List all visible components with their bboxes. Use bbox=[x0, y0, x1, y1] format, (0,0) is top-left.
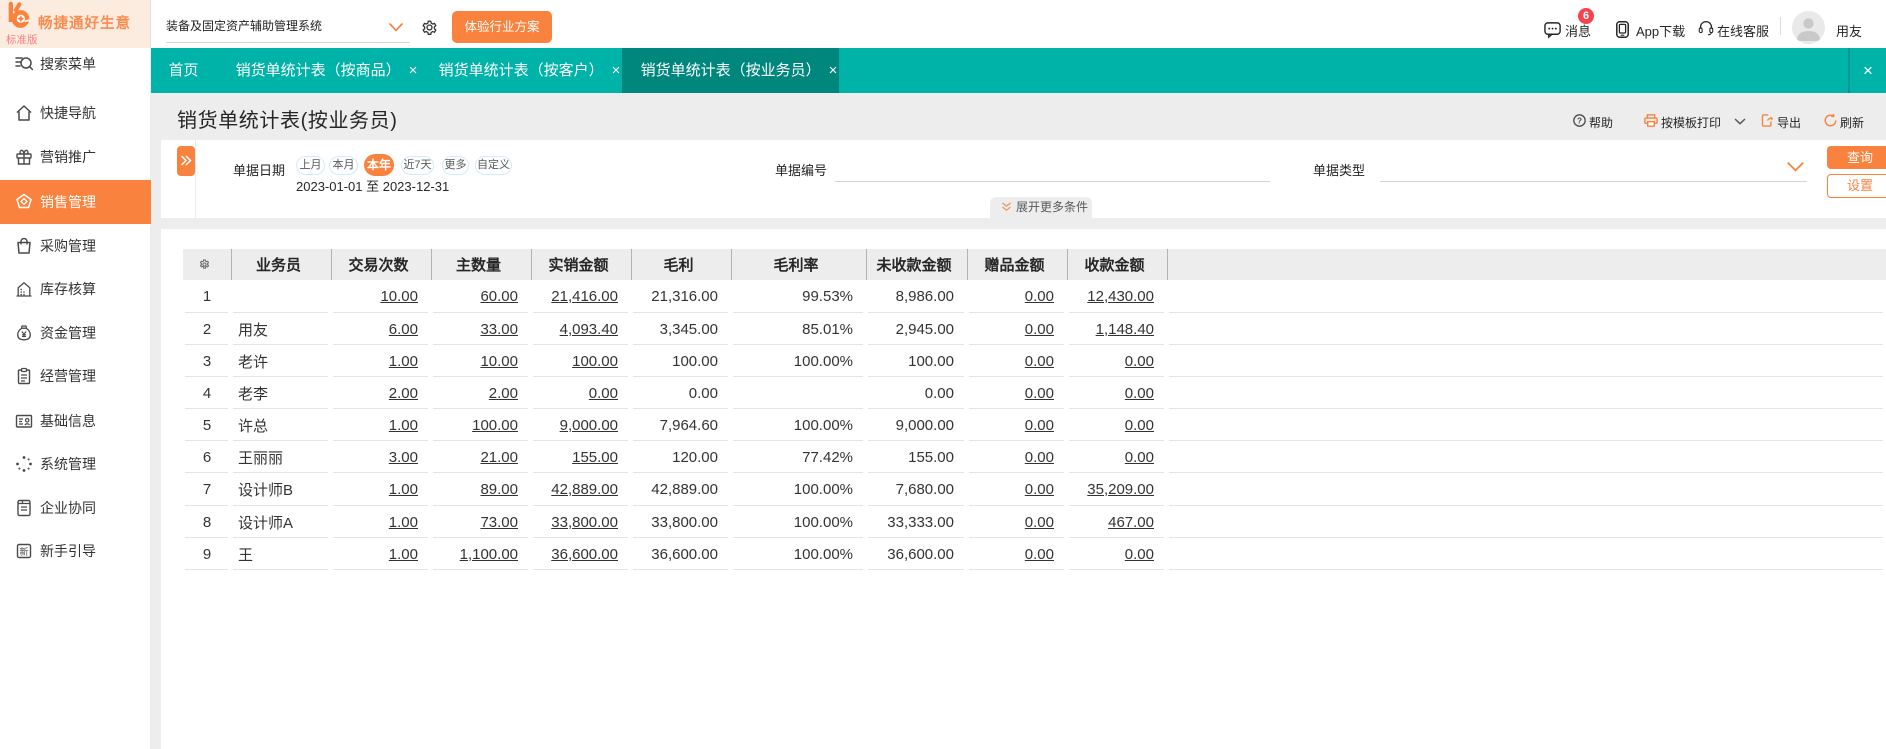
svg-text:新: 新 bbox=[19, 546, 28, 557]
svg-text:?: ? bbox=[1577, 116, 1582, 125]
